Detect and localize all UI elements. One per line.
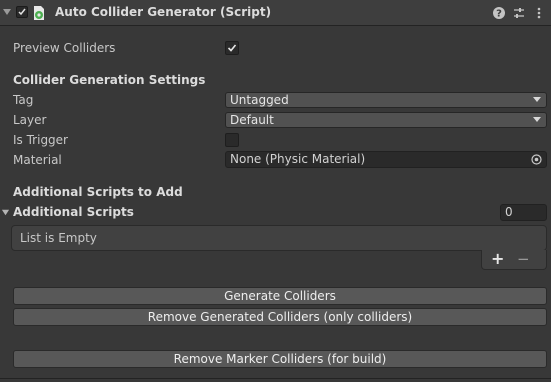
scripts-list: List is Empty (11, 225, 547, 251)
preview-colliders-checkbox[interactable] (225, 41, 239, 55)
more-menu-icon[interactable] (532, 6, 546, 20)
object-picker-icon[interactable] (531, 154, 542, 165)
layer-value: Default (230, 113, 274, 127)
list-size-value: 0 (505, 205, 513, 219)
list-size-field[interactable]: 0 (500, 204, 547, 221)
additional-scripts-heading: Additional Scripts to Add (13, 185, 183, 199)
tag-label: Tag (13, 93, 34, 107)
layer-label: Layer (13, 113, 47, 127)
additional-scripts-list-label[interactable]: Additional Scripts (13, 205, 134, 219)
inspector-panel: Auto Collider Generator (Script) ? Previ… (0, 0, 551, 382)
remove-marker-colliders-button[interactable]: Remove Marker Colliders (for build) (13, 350, 547, 368)
tag-value: Untagged (230, 93, 289, 107)
script-icon (34, 6, 44, 20)
svg-text:?: ? (496, 9, 502, 20)
material-label: Material (13, 153, 62, 167)
list-footer: + − (481, 250, 547, 270)
chevron-down-icon (533, 97, 541, 102)
add-element-button[interactable]: + (491, 250, 504, 268)
material-value: None (Physic Material) (230, 152, 366, 166)
component-header[interactable]: Auto Collider Generator (Script) ? (0, 0, 551, 26)
presets-icon[interactable] (512, 6, 526, 20)
layer-dropdown[interactable]: Default (225, 112, 547, 128)
foldout-arrow-icon[interactable] (2, 7, 12, 17)
is-trigger-checkbox[interactable] (225, 133, 239, 147)
remove-generated-colliders-button[interactable]: Remove Generated Colliders (only collide… (13, 308, 547, 326)
generate-colliders-button[interactable]: Generate Colliders (13, 287, 547, 305)
chevron-down-icon (533, 117, 541, 122)
component-title: Auto Collider Generator (Script) (55, 5, 272, 19)
component-enabled-checkbox[interactable] (16, 6, 28, 18)
help-icon[interactable]: ? (492, 6, 506, 20)
foldout-arrow-icon[interactable] (1, 208, 10, 217)
material-object-field[interactable]: None (Physic Material) (225, 151, 547, 168)
is-trigger-label: Is Trigger (13, 133, 68, 147)
collider-settings-heading: Collider Generation Settings (13, 73, 206, 87)
divider (0, 378, 551, 379)
remove-element-button[interactable]: − (517, 250, 530, 268)
tag-dropdown[interactable]: Untagged (225, 92, 547, 108)
list-empty-text: List is Empty (20, 231, 97, 245)
preview-colliders-label: Preview Colliders (13, 41, 116, 55)
